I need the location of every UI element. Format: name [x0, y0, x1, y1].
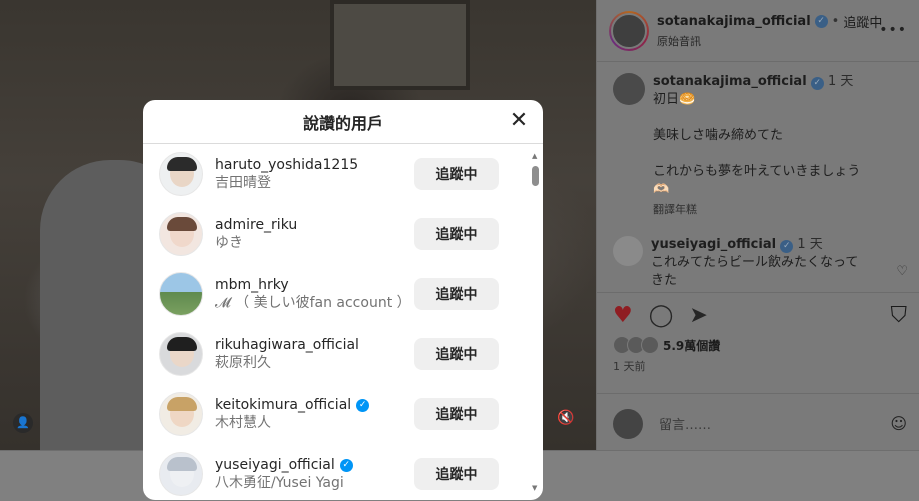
likes-count[interactable]: 5.9萬個讚 — [663, 337, 720, 354]
likers-list[interactable]: haruto_yoshida1215 吉田晴登 追蹤中 admire_riku … — [143, 144, 530, 500]
list-item: admire_riku ゆき 追蹤中 — [143, 204, 530, 264]
share-send-icon[interactable]: ➤ — [689, 303, 707, 328]
list-item: rikuhagiwara_official 萩原利久 追蹤中 — [143, 324, 530, 384]
dialog-header: 說讚的用戶 ✕ — [143, 100, 543, 144]
user-fullname: 萩原利久 — [215, 355, 271, 371]
verified-icon: ✓ — [339, 458, 353, 472]
comment-time: 1 天 — [797, 237, 823, 252]
following-button[interactable]: 追蹤中 — [414, 458, 499, 490]
caption-line: これからも夢を叶えていきましょう — [653, 164, 861, 179]
user-username[interactable]: mbm_hrky — [215, 276, 289, 294]
viewer-avatar — [613, 408, 643, 439]
post-time: 1 天前 — [613, 360, 646, 373]
author-avatar[interactable] — [609, 10, 649, 51]
user-username[interactable]: haruto_yoshida1215 — [215, 156, 358, 174]
following-button[interactable]: 追蹤中 — [414, 278, 499, 310]
likes-dialog: 說讚的用戶 ✕ haruto_yoshida1215 吉田晴登 追蹤中 admi… — [143, 100, 543, 500]
user-avatar[interactable] — [159, 272, 203, 316]
caption-username[interactable]: sotanakajima_official — [653, 74, 807, 89]
list-item: keitokimura_official ✓ 木村慧人 追蹤中 — [143, 384, 530, 444]
more-options-icon[interactable]: ••• — [879, 22, 907, 38]
list-item: haruto_yoshida1215 吉田晴登 追蹤中 — [143, 144, 530, 204]
caption-line: 🫶🏻 — [653, 182, 670, 197]
tagged-user-icon[interactable]: 👤 — [13, 413, 33, 433]
user-avatar[interactable] — [159, 332, 203, 376]
comment: yuseiyagi_official ✓ 1 天 これみてたらビール飲みたくなっ… — [613, 236, 908, 290]
scrollbar[interactable]: ▲ ▼ — [530, 152, 540, 492]
scroll-up-arrow-icon[interactable]: ▲ — [532, 152, 537, 160]
user-avatar[interactable] — [159, 152, 203, 196]
verified-icon: ✓ — [356, 398, 370, 412]
user-avatar[interactable] — [159, 212, 203, 256]
comment-composer: 留言…… ☺ — [597, 393, 919, 453]
emoji-icon[interactable]: ☺ — [890, 414, 907, 433]
caption-line: 初日🥯 — [653, 92, 696, 107]
comment-like-icon[interactable]: ♡ — [896, 264, 908, 279]
user-username[interactable]: rikuhagiwara_official — [215, 336, 359, 354]
user-username[interactable]: admire_riku — [215, 216, 297, 234]
following-button[interactable]: 追蹤中 — [414, 218, 499, 250]
comment-avatar[interactable] — [613, 236, 643, 266]
list-item: mbm_hrky 𝓜 （ 美しい彼fan account ） 追蹤中 — [143, 264, 530, 324]
list-item: yuseiyagi_official ✓ 八木勇征/Yusei Yagi 追蹤中 — [143, 444, 530, 500]
post-sidebar: sotanakajima_official ✓ • 追蹤中 原始音訊 ••• s… — [596, 0, 919, 450]
like-heart-icon[interactable]: ♥ — [613, 303, 633, 328]
user-avatar[interactable] — [159, 392, 203, 436]
background-frame — [330, 0, 470, 90]
user-fullname: ゆき — [215, 235, 243, 251]
scroll-thumb[interactable] — [532, 166, 539, 186]
verified-icon: ✓ — [780, 240, 794, 253]
caption-line: 美味しさ噛み締めてた — [653, 128, 784, 143]
comment-username[interactable]: yuseiyagi_official — [651, 237, 776, 252]
user-fullname: 木村慧人 — [215, 415, 271, 431]
follow-state[interactable]: 追蹤中 — [843, 12, 882, 31]
user-fullname: 吉田晴登 — [215, 175, 271, 191]
comment-bubble-icon[interactable]: ◯ — [649, 303, 674, 328]
user-username[interactable]: keitokimura_official — [215, 396, 351, 414]
close-icon[interactable]: ✕ — [507, 110, 531, 134]
verified-icon: ✓ — [814, 15, 828, 28]
scroll-down-arrow-icon[interactable]: ▼ — [532, 484, 537, 492]
comment-text: これみてたらビール飲みたくなってきた — [651, 255, 859, 288]
user-username[interactable]: yuseiyagi_official — [215, 456, 335, 474]
user-fullname: 𝓜 （ 美しい彼fan account ） — [215, 295, 411, 311]
mute-icon[interactable]: 🔇 — [556, 410, 576, 430]
action-section: ♥ ◯ ➤ ⛉ 5.9萬個讚 1 天前 留言…… ☺ — [597, 292, 919, 452]
bookmark-icon[interactable]: ⛉ — [890, 303, 907, 328]
user-fullname: 八木勇征/Yusei Yagi — [215, 475, 344, 491]
caption-avatar[interactable] — [613, 73, 645, 105]
user-avatar[interactable] — [159, 452, 203, 496]
following-button[interactable]: 追蹤中 — [414, 338, 499, 370]
following-button[interactable]: 追蹤中 — [414, 158, 499, 190]
dialog-title: 說讚的用戶 — [302, 113, 383, 133]
verified-icon: ✓ — [810, 77, 824, 90]
comment-input[interactable]: 留言…… — [659, 414, 711, 433]
translate-link[interactable]: 翻譯年糕 — [653, 201, 860, 219]
post-header: sotanakajima_official ✓ • 追蹤中 原始音訊 ••• — [597, 0, 919, 62]
audio-label[interactable]: 原始音訊 — [657, 33, 882, 49]
following-button[interactable]: 追蹤中 — [414, 398, 499, 430]
caption-time: 1 天 — [827, 74, 854, 89]
caption: sotanakajima_official ✓ 1 天 初日🥯 美味しさ噛み締め… — [613, 73, 908, 219]
author-username[interactable]: sotanakajima_official — [657, 14, 811, 29]
liker-avatar — [641, 336, 659, 354]
